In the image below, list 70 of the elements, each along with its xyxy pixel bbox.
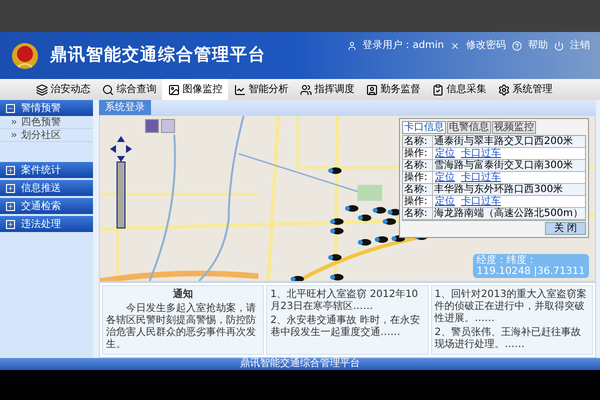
expand-icon	[6, 202, 15, 210]
action-link[interactable]: 定位	[435, 148, 455, 159]
expand-icon	[6, 166, 15, 174]
field-label: 名称:	[403, 136, 433, 147]
popup-tab[interactable]: 视频监控	[492, 121, 536, 134]
field-label: 操作:	[403, 172, 433, 183]
chevrons-icon	[10, 118, 18, 126]
sidebar-section-header[interactable]: 交通检索	[0, 198, 93, 214]
sidebar-item[interactable]: 划分社区	[0, 129, 93, 142]
news-item[interactable]: 2、警员张伟、王海补已赶往事故现场进行处理。……	[434, 327, 589, 351]
line-chart-icon	[234, 84, 246, 96]
pan-zoom-control-icon[interactable]	[110, 136, 132, 231]
popup-tab[interactable]: 电警信息	[447, 121, 491, 134]
location-name: 丰华路与东外环路口西300米	[433, 184, 564, 195]
sidebar-section-header[interactable]: 信息推送	[0, 180, 93, 196]
nav-tab[interactable]: 信息采集	[426, 79, 492, 100]
nav-tab[interactable]: 综合查询	[96, 79, 162, 100]
collapse-icon	[6, 104, 15, 112]
emblem-icon	[10, 40, 40, 70]
login-user-label: 登录用户：admin	[362, 38, 444, 53]
expand-icon	[6, 184, 15, 192]
news-item[interactable]: 1、北平旺村入室盗窃 2012年10月23日在寒亭辖区……	[270, 289, 425, 313]
coordinates-label: 经度：纬度：	[476, 255, 538, 266]
popup-tab[interactable]: 卡口信息	[402, 121, 446, 134]
close-icon	[450, 40, 460, 50]
action-link[interactable]: 卡口过车	[461, 172, 501, 183]
search-icon	[102, 84, 114, 96]
nav-tab[interactable]: 勤务监督	[360, 79, 426, 100]
sidebar-section-header[interactable]: 违法处理	[0, 216, 93, 232]
sidebar-section-header[interactable]: 案件统计	[0, 162, 93, 178]
user-icon	[346, 40, 357, 50]
nav-tab[interactable]: 智能分析	[228, 79, 294, 100]
notice-text: 今日发生多起入室抢劫案，请各辖区民警时刻提高警惕，防控防治危害人民群众的恶劣事件再次发生。	[106, 303, 257, 351]
action-link[interactable]: 卡口过车	[461, 148, 501, 159]
news-item[interactable]: 1、回针对2013的重大入室盗窃案件的侦破正在进行中，并取得突破性进展。……	[434, 289, 589, 325]
people-icon	[300, 84, 312, 96]
person-card-icon	[366, 84, 378, 96]
action-link[interactable]: 定位	[435, 172, 455, 183]
help-icon	[512, 40, 522, 50]
location-name: 通泰街与翠丰路交叉口西200米	[433, 136, 574, 147]
coordinates-value: 119.10248 |36.71311	[476, 266, 585, 277]
expand-icon	[6, 220, 15, 228]
nav-tab[interactable]: 图像监控	[162, 79, 228, 100]
nav-tab[interactable]: 系统管理	[492, 79, 558, 100]
platform-title: 鼎讯智能交通综合管理平台	[50, 44, 266, 67]
field-label: 操作:	[403, 196, 433, 207]
power-icon	[554, 40, 564, 50]
close-button[interactable]: 关 闭	[544, 222, 586, 235]
news-item[interactable]: 2、永安巷交通事故 昨时，在永安巷中段发生一起重度交通……	[270, 315, 425, 339]
field-label: 名称:	[403, 184, 433, 195]
clipboard-icon	[432, 84, 444, 96]
settings-icon	[498, 84, 510, 96]
sidebar-item[interactable]: 四色预警	[0, 116, 93, 129]
field-label: 名称:	[403, 160, 433, 171]
image-icon	[168, 84, 180, 96]
field-label: 操作:	[403, 148, 433, 159]
header-link[interactable]: 修改密码	[466, 38, 506, 53]
footer-text: 鼎讯智能交通综合管理平台	[240, 359, 360, 369]
chevrons-icon	[10, 131, 18, 139]
notice-title: 通知	[173, 289, 194, 301]
location-name: 海龙路南端（高速公路北500m）	[433, 208, 584, 219]
sidebar-section-header[interactable]: 警情预警	[0, 100, 93, 116]
content-tab[interactable]: 系统登录	[99, 100, 151, 115]
action-link[interactable]: 卡口过车	[461, 196, 501, 207]
action-link[interactable]: 定位	[435, 196, 455, 207]
field-label: 名称:	[403, 208, 433, 219]
layers-icon	[36, 84, 48, 96]
nav-tab[interactable]: 治安动态	[30, 79, 96, 100]
location-name: 雪海路与富泰街交叉口南300米	[433, 160, 574, 171]
nav-tab[interactable]: 指挥调度	[294, 79, 360, 100]
